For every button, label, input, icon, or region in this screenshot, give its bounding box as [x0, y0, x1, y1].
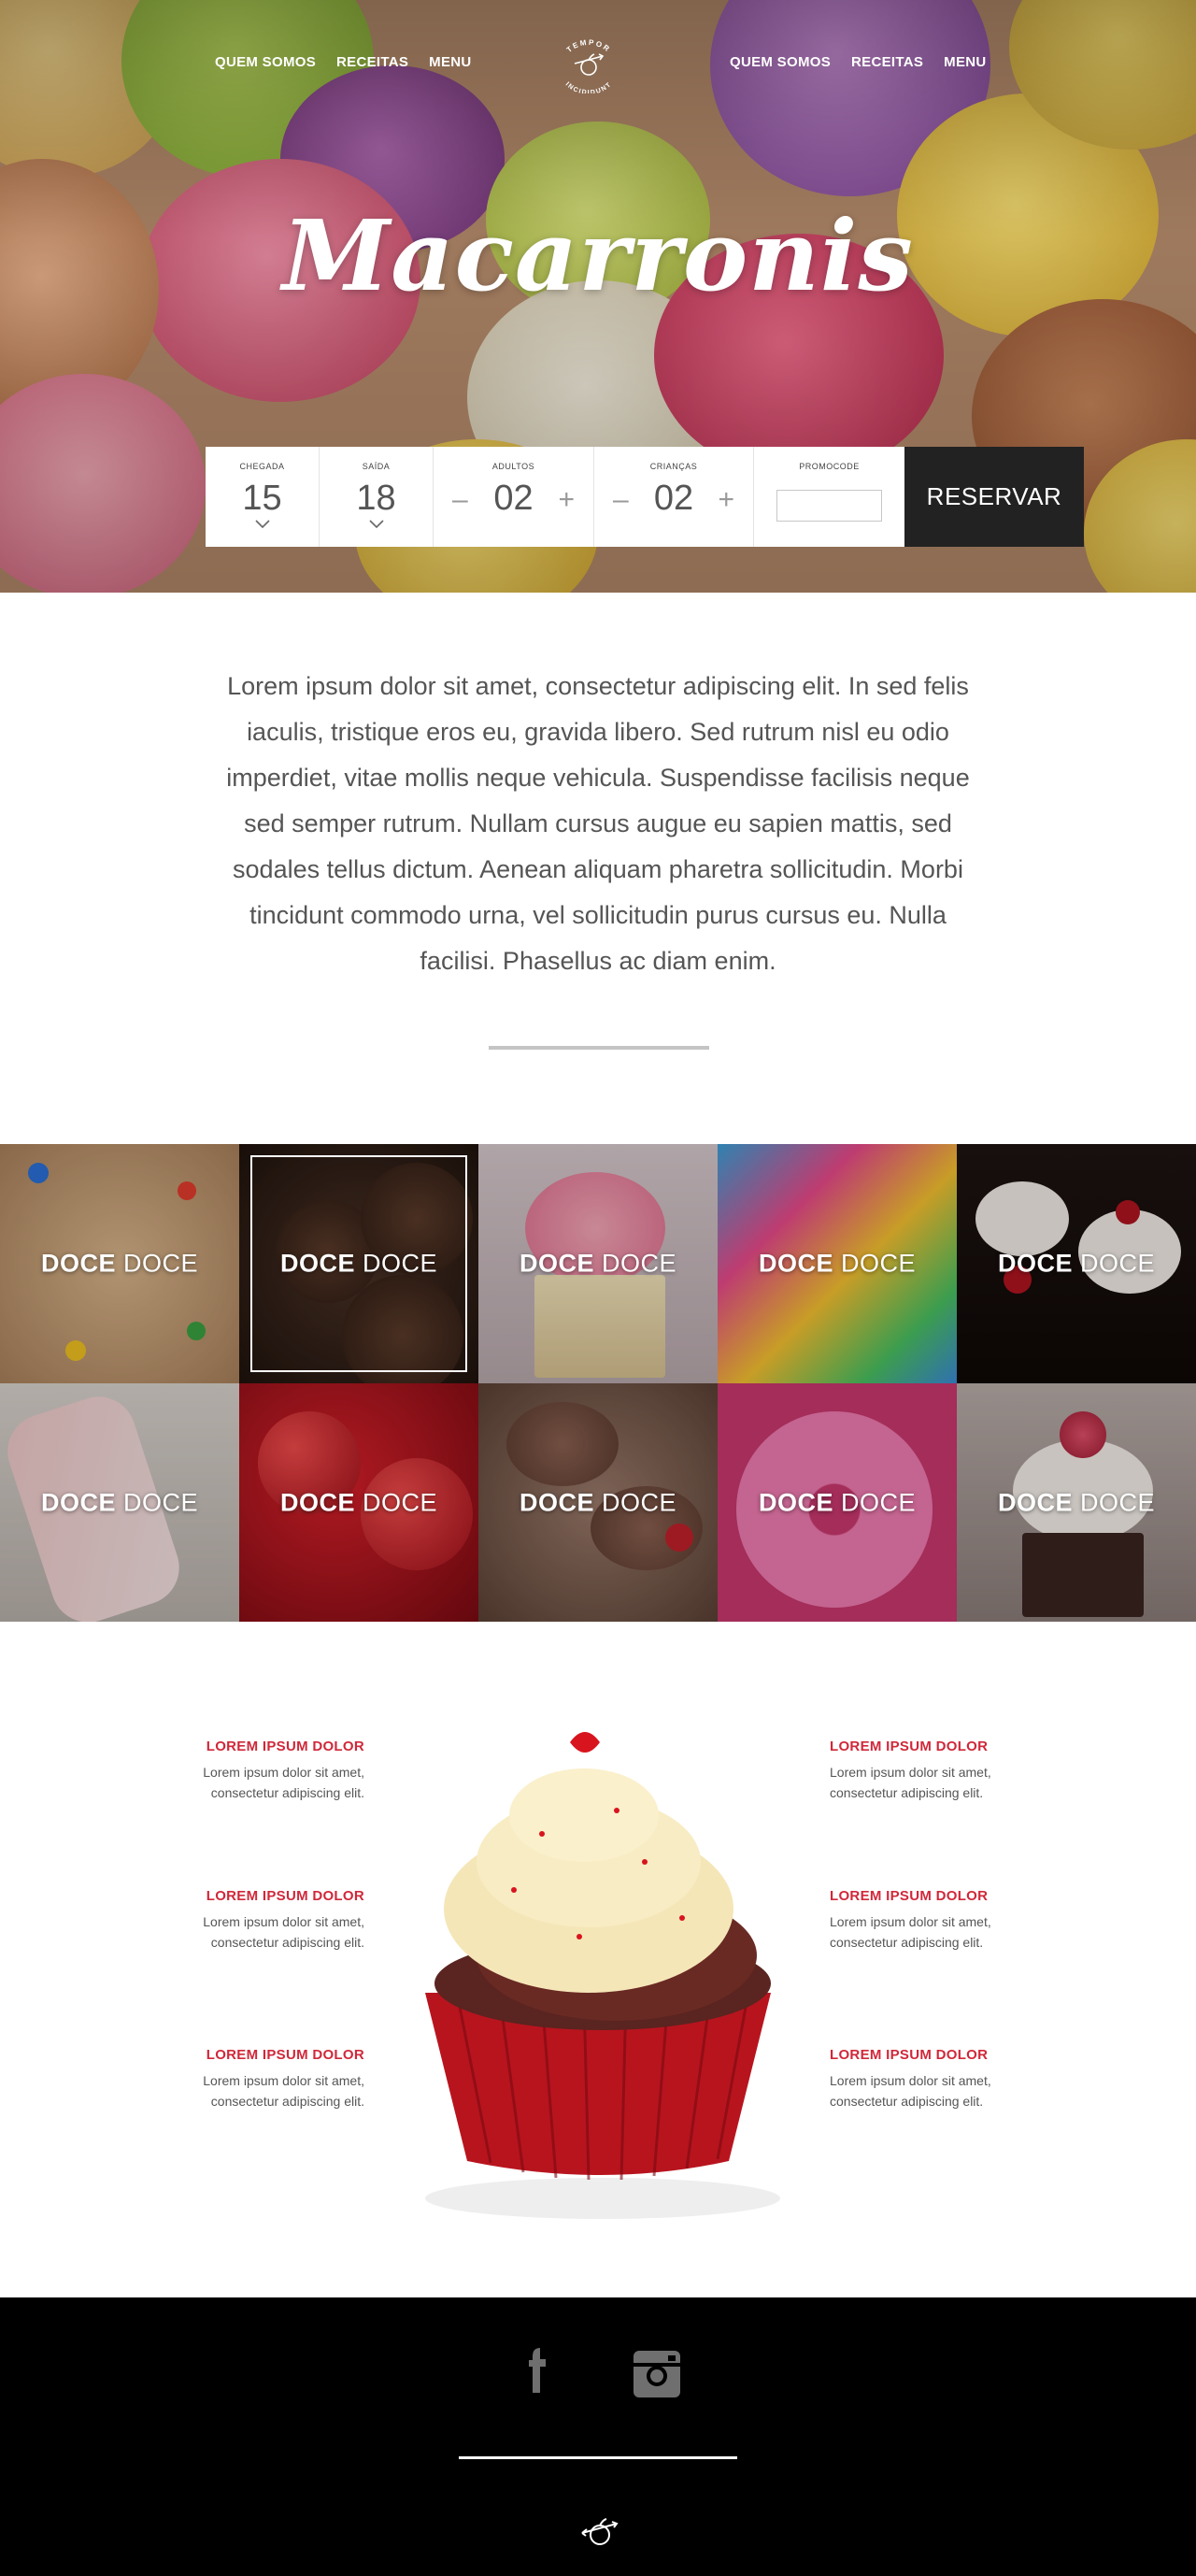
feature-text: Lorem ipsum dolor sit amet, consectetur a… [203, 1914, 364, 1950]
feature-text: Lorem ipsum dolor sit amet, consectetur a… [203, 2073, 364, 2109]
saida-label: SAÍDA [362, 462, 391, 471]
feature-text: Lorem ipsum dolor sit amet, consectetur a… [203, 1765, 364, 1800]
tile-label: DOCE DOCE [40, 1488, 199, 1516]
chevron-down-icon[interactable] [368, 518, 385, 529]
nav-quem-somos[interactable]: QUEM SOMOS [215, 54, 316, 70]
instagram-icon[interactable] [631, 2348, 683, 2400]
adultos-plus-button[interactable]: + [558, 484, 575, 516]
top-nav-left: QUEM SOMOS RECEITAS MENU [215, 54, 472, 70]
nav-receitas[interactable]: RECEITAS [851, 54, 923, 70]
tile-label: DOCE DOCE [40, 1249, 199, 1278]
svg-text:INCIDIDUNT: INCIDIDUNT [564, 81, 614, 93]
saida-field[interactable]: SAÍDA 18 [320, 447, 434, 547]
tile-label: DOCE DOCE [997, 1249, 1156, 1278]
hero-banner: QUEM SOMOS RECEITAS MENU TEMPOR INCIDIDU… [0, 0, 1196, 593]
chegada-label: CHEGADA [239, 462, 285, 471]
top-nav-right: QUEM SOMOS RECEITAS MENU [730, 54, 987, 70]
site-logo[interactable]: TEMPOR INCIDIDUNT [547, 36, 631, 93]
feature-title: LOREM IPSUM DOLOR [206, 2047, 364, 2063]
feature-title: LOREM IPSUM DOLOR [206, 1739, 364, 1754]
booking-fields: CHEGADA 15 SAÍDA 18 ADULTOS – 02 + CRIAN… [206, 447, 904, 547]
nav-receitas[interactable]: RECEITAS [336, 54, 408, 70]
svg-text:TEMPOR: TEMPOR [565, 38, 613, 54]
tile-label: DOCE DOCE [997, 1488, 1156, 1516]
promocode-input[interactable] [776, 490, 882, 522]
feature-text: Lorem ipsum dolor sit amet, consectetur a… [830, 2073, 991, 2109]
feature-item: LOREM IPSUM DOLOR Lorem ipsum dolor sit … [159, 1888, 364, 1953]
reservar-button[interactable]: RESERVAR [904, 447, 1084, 547]
social-links [0, 2348, 1196, 2400]
feature-item: LOREM IPSUM DOLOR Lorem ipsum dolor sit … [159, 1739, 364, 1803]
tile-label: DOCE DOCE [519, 1488, 677, 1516]
promocode-label: PROMOCODE [799, 462, 860, 471]
features-section: LOREM IPSUM DOLOR Lorem ipsum dolor sit … [0, 1701, 1196, 2262]
grid-tile[interactable]: DOCE DOCE [0, 1383, 239, 1622]
sweets-grid: DOCE DOCE DOCE DOCE DOCE DOCE DOCE DOCE … [0, 1144, 1196, 1622]
feature-item: LOREM IPSUM DOLOR Lorem ipsum dolor sit … [830, 1739, 1035, 1803]
nav-menu[interactable]: MENU [944, 54, 986, 70]
cupcake-image [425, 1732, 780, 2219]
feature-item: LOREM IPSUM DOLOR Lorem ipsum dolor sit … [830, 1888, 1035, 1953]
adultos-label: ADULTOS [491, 462, 535, 471]
feature-title: LOREM IPSUM DOLOR [830, 2047, 989, 2063]
grid-tile[interactable]: DOCE DOCE [0, 1144, 239, 1383]
apple-arrow-icon [581, 2518, 619, 2545]
grid-tile[interactable]: DOCE DOCE [957, 1383, 1196, 1622]
hero-title: Macarronis [282, 198, 914, 313]
adultos-stepper: ADULTOS – 02 + [434, 447, 594, 547]
feature-title: LOREM IPSUM DOLOR [830, 1739, 989, 1754]
feature-item: LOREM IPSUM DOLOR Lorem ipsum dolor sit … [159, 2047, 364, 2111]
footer-divider [459, 2456, 737, 2459]
promocode-field: PROMOCODE [754, 447, 904, 547]
tile-label: DOCE DOCE [279, 1488, 438, 1516]
facebook-icon[interactable] [513, 2348, 565, 2400]
criancas-stepper: CRIANÇAS – 02 + [594, 447, 754, 547]
nav-menu[interactable]: MENU [429, 54, 471, 70]
criancas-plus-button[interactable]: + [718, 484, 734, 516]
intro-text: Lorem ipsum dolor sit amet, consectetur … [226, 672, 970, 975]
booking-bar: CHEGADA 15 SAÍDA 18 ADULTOS – 02 + CRIAN… [206, 447, 1084, 547]
saida-value: 18 [356, 479, 396, 518]
apple-arrow-icon [574, 53, 605, 76]
tile-label: DOCE DOCE [758, 1249, 917, 1278]
grid-tile[interactable]: DOCE DOCE [478, 1383, 718, 1622]
nav-quem-somos[interactable]: QUEM SOMOS [730, 54, 831, 70]
grid-tile[interactable]: DOCE DOCE [239, 1144, 478, 1383]
section-divider [489, 1046, 709, 1050]
tile-label: DOCE DOCE [279, 1249, 438, 1278]
feature-text: Lorem ipsum dolor sit amet, consectetur a… [830, 1914, 991, 1950]
feature-item: LOREM IPSUM DOLOR Lorem ipsum dolor sit … [830, 2047, 1035, 2111]
grid-tile[interactable]: DOCE DOCE [239, 1383, 478, 1622]
tile-label: DOCE DOCE [519, 1249, 677, 1278]
grid-tile[interactable]: DOCE DOCE [478, 1144, 718, 1383]
tile-label: DOCE DOCE [758, 1488, 917, 1516]
grid-tile[interactable]: DOCE DOCE [718, 1144, 957, 1383]
grid-tile[interactable]: DOCE DOCE [718, 1383, 957, 1622]
grid-tile[interactable]: DOCE DOCE [957, 1144, 1196, 1383]
feature-title: LOREM IPSUM DOLOR [206, 1888, 364, 1904]
chegada-field[interactable]: CHEGADA 15 [206, 447, 320, 547]
chegada-value: 15 [242, 479, 282, 518]
site-footer [0, 2297, 1196, 2576]
feature-text: Lorem ipsum dolor sit amet, consectetur a… [830, 1765, 991, 1800]
chevron-down-icon[interactable] [254, 518, 271, 529]
criancas-label: CRIANÇAS [649, 462, 698, 471]
feature-title: LOREM IPSUM DOLOR [830, 1888, 989, 1904]
